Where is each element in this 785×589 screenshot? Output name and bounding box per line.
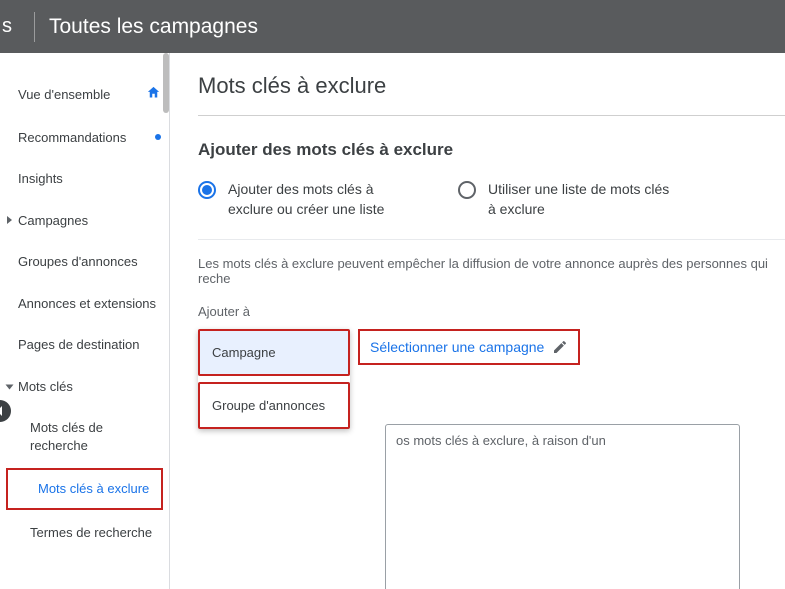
- sidebar-item-landing-pages[interactable]: Pages de destination: [0, 324, 169, 366]
- sidebar-item-label: Annonces et extensions: [18, 295, 156, 313]
- pencil-icon: [552, 339, 568, 355]
- main-content: Mots clés à exclure Ajouter des mots clé…: [170, 53, 785, 589]
- dropdown-option-campaign[interactable]: Campagne: [200, 331, 348, 374]
- sidebar-item-recommendations[interactable]: Recommandations: [0, 117, 169, 159]
- sidebar-item-label: Mots clés: [18, 378, 73, 396]
- addto-row: Campagne Groupe d'annonces Sélectionner …: [198, 329, 785, 429]
- addto-label: Ajouter à: [198, 304, 785, 319]
- sidebar-item-adgroups[interactable]: Groupes d'annonces: [0, 241, 169, 283]
- divider: [198, 115, 785, 116]
- radio-label: Utiliser une liste de mots clés à exclur…: [488, 180, 678, 219]
- section-title: Ajouter des mots clés à exclure: [198, 140, 785, 160]
- sidebar-item-keywords[interactable]: Mots clés: [0, 366, 169, 408]
- sidebar-item-overview[interactable]: Vue d'ensemble: [0, 73, 169, 117]
- topbar: s Toutes les campagnes: [0, 0, 785, 53]
- sidebar-item-label: Termes de recherche: [30, 524, 152, 542]
- topbar-separator: [34, 12, 35, 42]
- info-text: Les mots clés à exclure peuvent empêcher…: [198, 256, 785, 286]
- chevron-left-icon: [0, 406, 5, 416]
- addto-dropdown: Campagne Groupe d'annonces: [198, 329, 350, 429]
- select-campaign-button[interactable]: Sélectionner une campagne: [358, 329, 580, 365]
- dropdown-option-adgroup[interactable]: Groupe d'annonces: [200, 384, 348, 427]
- sidebar-scrollbar[interactable]: [163, 53, 169, 113]
- notification-dot-icon: [155, 134, 161, 140]
- sidebar-item-label: Insights: [18, 170, 63, 188]
- sidebar-item-negative-keywords[interactable]: Mots clés à exclure: [6, 468, 163, 510]
- select-campaign-link: Sélectionner une campagne: [370, 339, 544, 355]
- sidebar: Vue d'ensemble Recommandations Insights …: [0, 53, 170, 589]
- sidebar-item-search-keywords[interactable]: Mots clés de recherche: [0, 407, 169, 466]
- radio-option-add-or-create[interactable]: Ajouter des mots clés à exclure ou créer…: [198, 180, 418, 219]
- sidebar-item-label: Pages de destination: [18, 336, 139, 354]
- sidebar-item-search-terms[interactable]: Termes de recherche: [0, 512, 169, 554]
- topbar-fragment: s: [0, 15, 20, 38]
- sidebar-item-label: Vue d'ensemble: [18, 86, 110, 104]
- radio-icon: [458, 181, 476, 199]
- sidebar-item-label: Recommandations: [18, 129, 126, 147]
- radio-option-use-list[interactable]: Utiliser une liste de mots clés à exclur…: [458, 180, 678, 219]
- keywords-textarea[interactable]: os mots clés à exclure, à raison d'un: [385, 424, 740, 589]
- radio-group: Ajouter des mots clés à exclure ou créer…: [198, 180, 785, 219]
- breadcrumb-title[interactable]: Toutes les campagnes: [49, 15, 258, 39]
- sidebar-item-label: Groupes d'annonces: [18, 253, 138, 271]
- page-title: Mots clés à exclure: [198, 73, 785, 99]
- radio-icon: [198, 181, 216, 199]
- sidebar-item-ads-extensions[interactable]: Annonces et extensions: [0, 283, 169, 325]
- sidebar-item-label: Mots clés à exclure: [38, 480, 149, 498]
- sidebar-item-label: Mots clés de recherche: [30, 419, 161, 454]
- radio-label: Ajouter des mots clés à exclure ou créer…: [228, 180, 418, 219]
- sidebar-item-insights[interactable]: Insights: [0, 158, 169, 200]
- sidebar-item-label: Campagnes: [18, 212, 88, 230]
- home-icon: [146, 85, 161, 105]
- layout: Vue d'ensemble Recommandations Insights …: [0, 53, 785, 589]
- divider: [198, 239, 785, 240]
- sidebar-item-campaigns[interactable]: Campagnes: [0, 200, 169, 242]
- textarea-placeholder-fragment: os mots clés à exclure, à raison d'un: [396, 433, 606, 448]
